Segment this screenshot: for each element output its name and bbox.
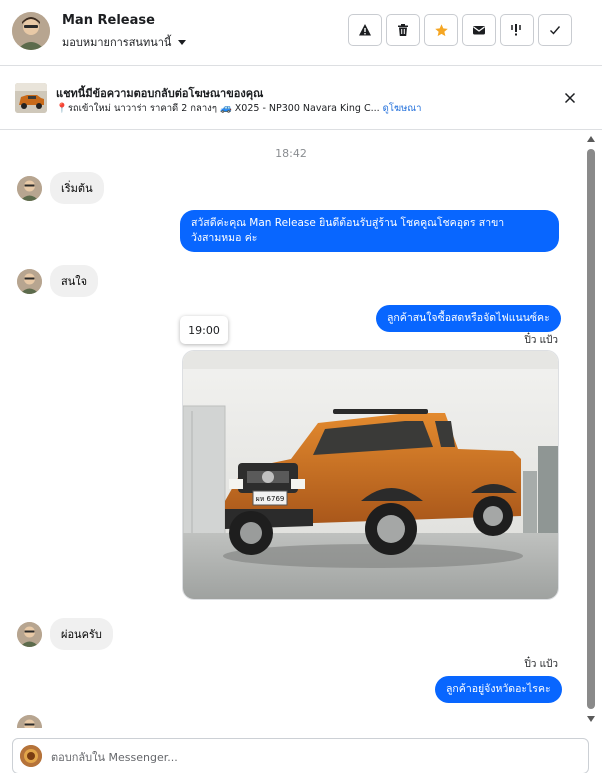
license-plate: ผห 6769 [256,495,285,503]
spam-button[interactable] [348,14,382,46]
sender-avatar [17,621,42,647]
message-row-incoming: เริ่มต้น [17,172,104,204]
seen-indicator: ปิ๋ว แป้ว [524,335,558,346]
time-tooltip: 19:00 [180,316,228,344]
reply-input[interactable] [51,745,571,769]
envelope-icon [473,26,485,35]
seen-indicator: ปิ๋ว แป้ว [524,659,558,670]
sender-avatar [17,175,42,201]
scroll-down-arrow-icon[interactable] [587,716,595,722]
page-avatar [20,745,42,767]
close-banner-button[interactable] [562,90,578,106]
ad-banner-description: 📍รถเข้าใหม่ นาวาร่า ราคาดี 2 กลางๆ 🚙 X02… [56,101,421,116]
message-composer [12,738,589,773]
chevron-down-icon [178,39,187,45]
trash-icon [398,24,408,36]
sender-avatar [17,268,42,294]
contact-name[interactable]: Man Release [62,13,155,28]
outgoing-message[interactable]: สวัสดีค่ะคุณ Man Release ยินดีต้อนรับสู่… [180,210,559,252]
incoming-message[interactable]: เริ่มต้น [50,172,104,204]
message-row-incoming: สนใจ [17,265,99,297]
follow-up-icon [511,24,521,36]
outgoing-message[interactable]: ลูกค้าสนใจซื้อสดหรือจัดไฟแนนซ์คะ [376,305,561,332]
done-button[interactable] [538,14,572,46]
scroll-up-arrow-icon[interactable] [587,136,595,142]
ad-thumbnail[interactable] [15,83,47,113]
ad-reply-banner: แชทนี้มีข้อความตอบกลับต่อโฆษณาของคุณ 📍รถ… [0,66,602,130]
scrollbar-thumb[interactable] [587,149,595,709]
message-row-incoming: ผ่อนครับ [17,618,113,650]
close-icon [564,92,576,104]
follow-up-button[interactable] [500,14,534,46]
conversation-header: Man Release มอบหมายการสนทนานี้ [0,0,602,66]
message-row-incoming-partial [17,715,42,728]
message-thread[interactable]: 18:42 เริ่มต้น สวัสดีค่ะคุณ Man Release … [0,131,582,728]
message-timestamp: 18:42 [275,147,307,160]
assign-conversation-dropdown[interactable]: มอบหมายการสนทนานี้ [62,33,187,51]
ad-banner-title: แชทนี้มีข้อความตอบกลับต่อโฆษณาของคุณ [56,87,264,100]
ad-description-text: 📍รถเข้าใหม่ นาวาร่า ราคาดี 2 กลางๆ 🚙 X02… [56,103,380,114]
contact-avatar[interactable] [12,12,50,50]
incoming-message[interactable]: สนใจ [50,265,99,297]
chat-scrollbar[interactable] [584,131,598,728]
sender-avatar [17,715,42,728]
incoming-message[interactable]: ผ่อนครับ [50,618,113,650]
mark-unread-button[interactable] [462,14,496,46]
outgoing-message[interactable]: ลูกค้าอยู่จังหวัดอะไรคะ [435,676,562,703]
warning-icon [359,24,371,36]
star-icon [434,23,448,36]
conversation-actions [348,14,572,46]
star-button[interactable] [424,14,458,46]
check-icon [550,26,561,35]
assign-label: มอบหมายการสนทนานี้ [62,36,172,49]
view-ad-link[interactable]: ดูโฆษณา [383,103,422,114]
photo-attachment[interactable]: ผห 6769 [182,350,559,600]
delete-button[interactable] [386,14,420,46]
